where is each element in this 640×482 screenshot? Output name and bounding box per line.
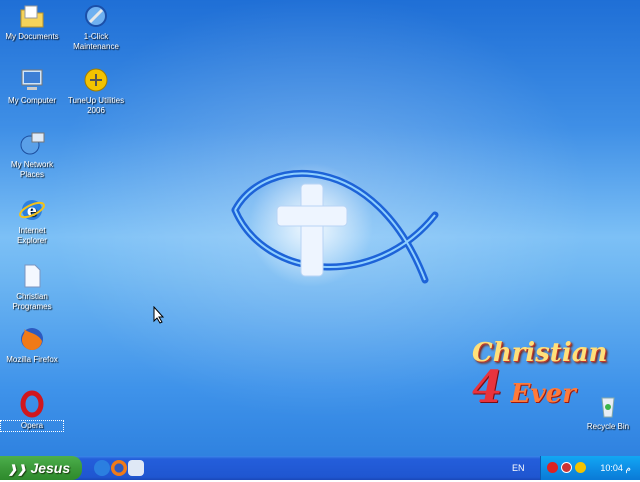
system-tray: 10:04 م bbox=[540, 456, 640, 480]
desktop-icon-label: Mozilla Firefox bbox=[6, 355, 58, 364]
desktop-icon-label: 1-Click Maintenance bbox=[73, 32, 119, 51]
firefox-icon bbox=[18, 325, 46, 353]
mouse-cursor-icon bbox=[153, 306, 165, 324]
start-button[interactable]: ❱❱ Jesus bbox=[0, 456, 82, 480]
desktop-icon-label: My Computer bbox=[7, 96, 56, 105]
start-flag-icon: ❱❱ bbox=[8, 464, 27, 476]
logo-line-2: Ever bbox=[510, 379, 576, 409]
language-indicator[interactable]: EN bbox=[512, 456, 525, 480]
desktop-icon-tuneup-utilities[interactable]: TuneUp Utilities 2006 bbox=[64, 66, 128, 116]
opera-icon bbox=[18, 390, 46, 418]
desktop-icon-christian-programes[interactable]: Christian Programes bbox=[0, 262, 64, 312]
desktop-icon-label: Internet Explorer bbox=[17, 226, 47, 245]
document-icon bbox=[18, 262, 46, 290]
desktop-icon-label: My Documents bbox=[5, 32, 59, 41]
start-label: Jesus bbox=[30, 460, 71, 476]
logo-four: 4 bbox=[472, 362, 503, 413]
quicklaunch-messenger-icon[interactable] bbox=[128, 460, 144, 476]
desktop-icon-label: Recycle Bin bbox=[586, 422, 630, 431]
monitor-icon bbox=[18, 66, 46, 94]
taskbar: ❱❱ Jesus EN 10:04 م bbox=[0, 456, 640, 480]
desktop-icon-label: My Network Places bbox=[10, 160, 54, 179]
christian-4-ever-logo: Christian 4 Ever bbox=[472, 338, 607, 413]
folder-documents-icon bbox=[18, 2, 46, 30]
desktop-icon-mozilla-firefox[interactable]: Mozilla Firefox bbox=[0, 325, 64, 365]
desktop-icon-label: TuneUp Utilities 2006 bbox=[67, 96, 125, 115]
network-icon bbox=[18, 130, 46, 158]
desktop-icon-internet-explorer[interactable]: e Internet Explorer bbox=[0, 196, 64, 246]
desktop-icon-my-network-places[interactable]: My Network Places bbox=[0, 130, 64, 180]
tray-antivirus-icon[interactable] bbox=[561, 462, 572, 473]
desktop-icon-label: Christian Programes bbox=[12, 292, 52, 311]
ichthys-wallpaper-icon bbox=[231, 163, 439, 287]
desktop: My Documents 1-Click Maintenance My Comp… bbox=[0, 0, 640, 456]
quicklaunch-firefox-icon[interactable] bbox=[111, 460, 127, 476]
clock[interactable]: 10:04 م bbox=[600, 456, 631, 480]
tuneup-icon bbox=[82, 66, 110, 94]
maintenance-icon bbox=[82, 2, 110, 30]
desktop-icon-opera[interactable]: Opera bbox=[0, 390, 64, 432]
tray-security-icon[interactable] bbox=[547, 462, 558, 473]
ie-icon: e bbox=[18, 196, 46, 224]
desktop-icon-1-click-maintenance[interactable]: 1-Click Maintenance bbox=[64, 2, 128, 52]
desktop-icon-label: Opera bbox=[0, 420, 64, 432]
quicklaunch-ie-icon[interactable] bbox=[94, 460, 110, 476]
desktop-icon-my-documents[interactable]: My Documents bbox=[0, 2, 64, 42]
tray-tuneup-icon[interactable] bbox=[575, 462, 586, 473]
desktop-icon-my-computer[interactable]: My Computer bbox=[0, 66, 64, 106]
